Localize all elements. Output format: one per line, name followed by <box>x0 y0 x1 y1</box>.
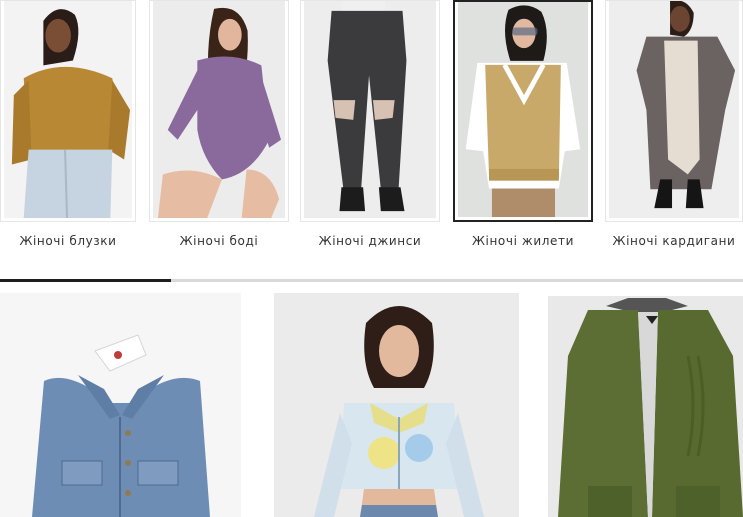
category-item-vests[interactable]: Жіночі жилети <box>453 0 593 262</box>
women-blouse-photo <box>4 1 132 218</box>
women-cardigan-photo <box>609 1 739 218</box>
category-label-bodysuits[interactable]: Жіночі боді <box>149 234 289 248</box>
cropped-zip-cardigan-photo <box>274 293 519 517</box>
category-item-cardigans[interactable]: Жіночі кардигани <box>605 0 743 262</box>
category-card-jeans[interactable] <box>300 0 440 222</box>
carousel-scrollbar[interactable] <box>0 279 743 282</box>
category-card-vests[interactable] <box>453 0 593 222</box>
denim-vest-photo <box>0 293 241 517</box>
women-jeans-photo <box>304 1 436 218</box>
category-label-jeans[interactable]: Жіночі джинси <box>300 234 440 248</box>
category-label-cardigans[interactable]: Жіночі кардигани <box>605 234 743 248</box>
product-card-denim-vest[interactable] <box>0 293 241 517</box>
category-card-bodysuits[interactable] <box>149 0 289 222</box>
category-item-jeans[interactable]: Жіночі джинси <box>300 0 440 262</box>
women-bodysuit-photo <box>153 1 285 218</box>
category-label-vests[interactable]: Жіночі жилети <box>453 234 593 248</box>
green-knit-cardigan-photo <box>548 296 743 517</box>
category-card-blouses[interactable] <box>0 0 136 222</box>
category-label-blouses[interactable]: Жіночі блузки <box>0 234 136 248</box>
product-card-cropped-cardigan[interactable] <box>274 293 519 517</box>
carousel-scrollbar-thumb[interactable] <box>0 279 171 282</box>
category-card-cardigans[interactable] <box>605 0 743 222</box>
women-vest-photo <box>458 2 588 217</box>
category-item-blouses[interactable]: Жіночі блузки <box>0 0 147 262</box>
product-card-green-cardigan[interactable] <box>548 296 743 517</box>
category-carousel: Жіночі блузки Жіночі боді Жіночі джинси … <box>0 0 743 262</box>
category-item-bodysuits[interactable]: Жіночі боді <box>149 0 289 262</box>
